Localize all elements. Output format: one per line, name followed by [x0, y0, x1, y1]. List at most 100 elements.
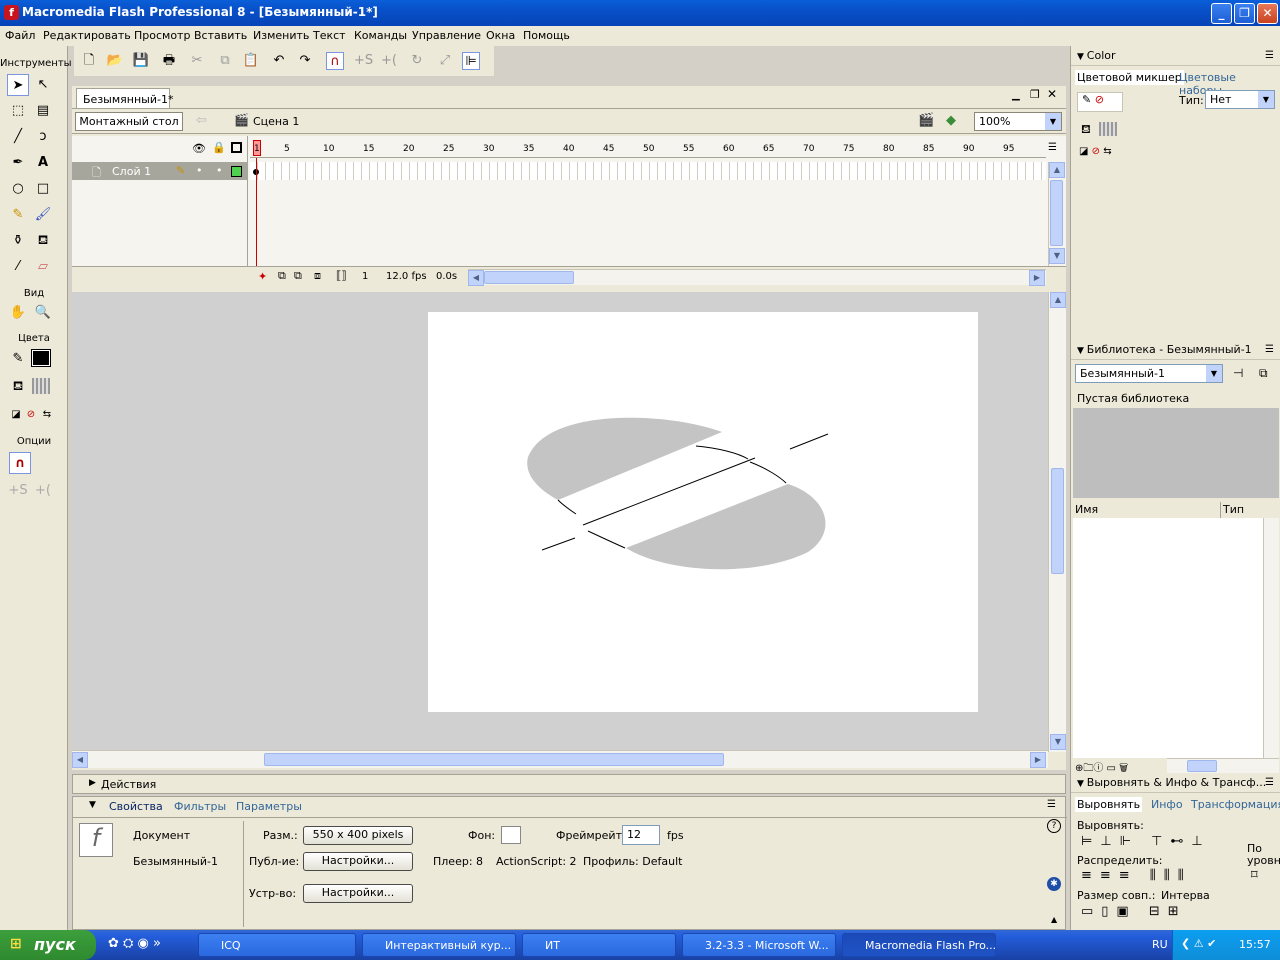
framerate-input[interactable]: 12	[622, 825, 660, 845]
library-col-name[interactable]: Имя	[1073, 502, 1221, 518]
subselection-tool-icon[interactable]: ↖	[32, 74, 54, 96]
scroll-thumb[interactable]	[484, 271, 574, 284]
fill-bucket-icon[interactable]: ⛾	[1081, 122, 1091, 138]
lock-icon[interactable]: 🔒	[212, 141, 226, 154]
menu-file[interactable]: Файл	[5, 29, 35, 42]
new-library-icon[interactable]: ⧉	[1259, 366, 1268, 381]
scroll-up-arrow[interactable]: ▲	[1050, 292, 1066, 308]
scroll-left-arrow[interactable]: ◀	[468, 270, 484, 286]
tab-info[interactable]: Инфо	[1151, 798, 1183, 811]
tab-color-mixer[interactable]: Цветовой микшер	[1075, 70, 1184, 85]
edit-symbol-icon[interactable]: ◆	[946, 113, 956, 128]
menu-edit[interactable]: Редактировать	[43, 29, 131, 42]
library-vscroll[interactable]	[1263, 518, 1279, 758]
scroll-thumb[interactable]	[1051, 468, 1064, 574]
doc-restore-icon[interactable]: ❐	[1030, 88, 1040, 101]
library-menu-icon[interactable]: ☰	[1265, 344, 1274, 355]
edit-multiple-icon[interactable]: ⧈	[314, 269, 321, 283]
menu-help[interactable]: Помощь	[523, 29, 570, 42]
stage[interactable]	[428, 312, 978, 712]
collapse-up-icon[interactable]: ▲	[1051, 915, 1057, 924]
size-button[interactable]: 550 x 400 pixels	[303, 826, 413, 845]
tab-filters[interactable]: Фильтры	[174, 800, 226, 813]
timeline-hscroll[interactable]: ◀ ▶	[468, 269, 1046, 286]
snap-option-icon[interactable]: ∩	[9, 452, 31, 474]
paste-icon[interactable]: 📋	[242, 52, 260, 70]
align-menu-icon[interactable]: ☰	[1265, 777, 1274, 788]
smooth-option-icon[interactable]: +S	[7, 480, 29, 502]
color-mini-icons[interactable]: ◪ ⊘ ⇆	[1079, 146, 1112, 157]
scroll-right-arrow[interactable]: ▶	[1029, 270, 1045, 286]
straighten-option-icon[interactable]: +(	[32, 480, 54, 502]
outline-icon[interactable]	[231, 142, 242, 153]
frame-ruler[interactable]: 1 5 10 15 20 25 30 35 40 45 50 55 60 65 …	[250, 136, 1046, 158]
pen-tool-icon[interactable]: ✒	[7, 152, 29, 174]
stage-vscroll[interactable]: ▲ ▼	[1048, 292, 1066, 752]
timeline-menu-icon[interactable]: ☰	[1048, 142, 1057, 153]
smooth-icon[interactable]: +S	[354, 52, 373, 70]
menu-insert[interactable]: Вставить	[194, 29, 247, 42]
undo-icon[interactable]: ↶	[270, 52, 288, 70]
menu-view[interactable]: Просмотр	[134, 29, 190, 42]
free-transform-icon[interactable]: ⬚	[7, 100, 29, 122]
scroll-thumb[interactable]	[1050, 180, 1063, 246]
document-tab[interactable]: Безымянный-1*	[76, 88, 173, 108]
fill-color-swatch[interactable]	[32, 378, 50, 394]
redo-icon[interactable]: ↷	[296, 52, 314, 70]
to-stage-button-icon[interactable]: ⌑	[1251, 868, 1258, 883]
lock-dot[interactable]: •	[216, 164, 223, 177]
close-button[interactable]: ✕	[1257, 3, 1278, 24]
tab-properties[interactable]: Свойства	[109, 800, 163, 813]
start-button[interactable]: ⊞ пуск	[0, 930, 96, 960]
stroke-color-icon[interactable]: ✎ ⊘	[1077, 92, 1123, 112]
copy-icon[interactable]: ⧉	[216, 52, 234, 70]
tray-icons[interactable]: ❮ ⚠ ✔	[1181, 937, 1216, 950]
scroll-left-arrow[interactable]: ◀	[72, 752, 88, 768]
paint-bucket-icon[interactable]: ⛾	[32, 230, 54, 252]
scale-icon[interactable]: ⤢	[436, 52, 454, 70]
color-panel-menu-icon[interactable]: ☰	[1265, 50, 1274, 61]
device-settings-button[interactable]: Настройки...	[303, 884, 413, 903]
task-interactive-course[interactable]: Интерактивный кур...	[362, 933, 516, 957]
eyedropper-icon[interactable]: ⁄	[7, 256, 29, 278]
menu-text[interactable]: Текст	[313, 29, 346, 42]
menu-window[interactable]: Окна	[486, 29, 515, 42]
new-icon[interactable]: 🗋	[80, 52, 98, 70]
fill-color-icon[interactable]: ⛾	[7, 376, 29, 398]
eye-icon[interactable]: 👁	[192, 142, 206, 155]
layer-row[interactable]: 🗋 Слой 1 ✎ • •	[72, 162, 248, 180]
outline-color-swatch[interactable]	[231, 166, 242, 177]
save-icon[interactable]: 💾	[132, 52, 150, 70]
timeline-toggle-button[interactable]: Монтажный стол	[75, 112, 183, 131]
rectangle-tool-icon[interactable]: □	[32, 178, 54, 200]
task-word[interactable]: 3.2-3.3 - Microsoft W...	[682, 933, 836, 957]
edit-scene-icon[interactable]: 🎬	[918, 113, 934, 128]
scroll-thumb[interactable]	[1187, 760, 1217, 772]
doc-minimize-icon[interactable]: ▁	[1012, 90, 1020, 101]
selection-tool-icon[interactable]: ➤	[7, 74, 29, 96]
align-toolbar-icon[interactable]: ⊫	[462, 52, 480, 70]
zoom-select[interactable]: 100% ▼	[974, 112, 1062, 131]
swap-colors-icon[interactable]: ⇆	[36, 404, 58, 426]
tab-align[interactable]: Выровнять	[1075, 797, 1143, 812]
scroll-thumb[interactable]	[264, 753, 724, 766]
publish-settings-button[interactable]: Настройки...	[303, 852, 413, 871]
stroke-color-swatch[interactable]	[31, 349, 51, 367]
background-color-swatch[interactable]	[501, 826, 521, 844]
pin-library-icon[interactable]: ⊣	[1233, 366, 1243, 380]
panel-menu-icon[interactable]: ☰	[1047, 799, 1056, 810]
task-it-folder[interactable]: ИТ	[522, 933, 676, 957]
library-select[interactable]: Безымянный-1 ▼	[1075, 364, 1223, 383]
scroll-down-arrow[interactable]: ▼	[1050, 734, 1066, 750]
tab-parameters[interactable]: Параметры	[236, 800, 302, 813]
timeline-vscroll[interactable]: ▲ ▼	[1048, 162, 1065, 266]
frame-row[interactable]	[250, 162, 1046, 180]
quicklaunch-icons[interactable]: ✿ ⛭ ◉ »	[108, 936, 161, 951]
ink-bottle-icon[interactable]: ⚱	[7, 230, 29, 252]
library-hscroll[interactable]	[1167, 758, 1279, 774]
print-icon[interactable]: 🖶	[160, 52, 178, 70]
task-icq[interactable]: ICQ	[198, 933, 356, 957]
center-frame-icon[interactable]: ✦	[258, 270, 267, 283]
actions-panel-header[interactable]: ▶ Действия	[72, 774, 1066, 794]
align-panel-header[interactable]: ▼ Выровнять & Инфо & Трансф...	[1071, 773, 1280, 793]
